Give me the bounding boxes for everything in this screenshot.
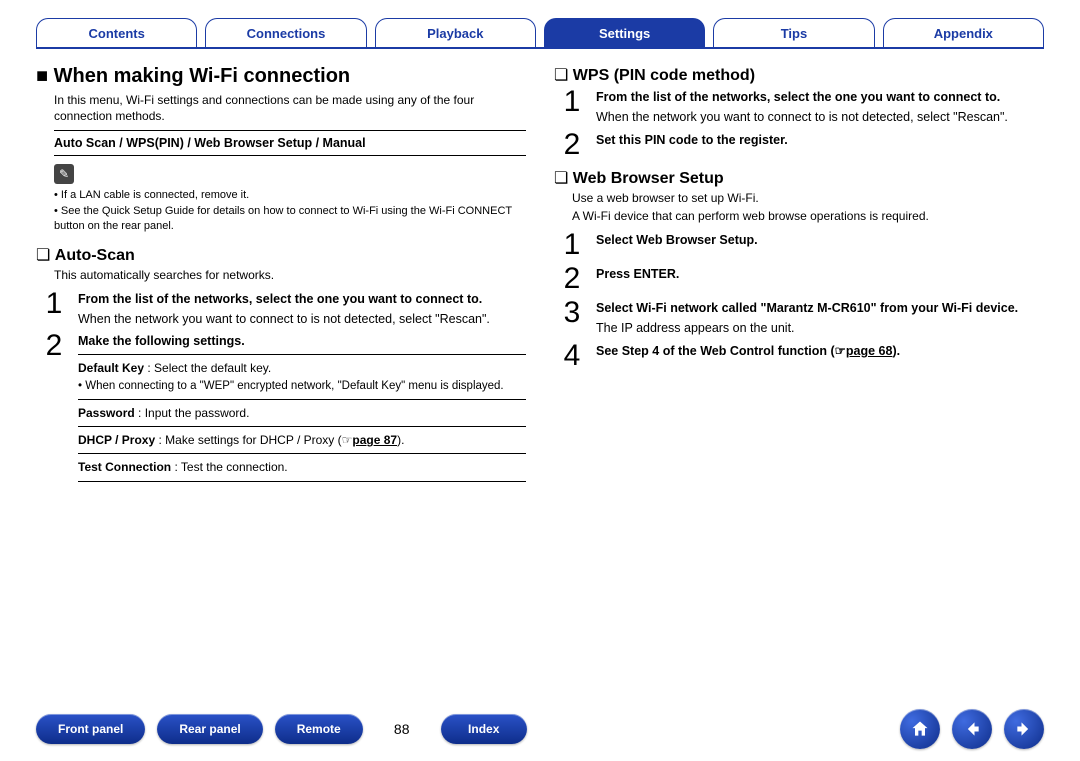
step-title: From the list of the networks, select th… <box>596 89 1044 106</box>
remote-button[interactable]: Remote <box>275 714 363 744</box>
page-number: 88 <box>389 721 415 737</box>
next-button[interactable] <box>1004 709 1044 749</box>
setting-item: Password : Input the password. <box>78 400 526 427</box>
home-icon <box>910 719 930 739</box>
methods-box: Auto Scan / WPS(PIN) / Web Browser Setup… <box>54 130 526 156</box>
pencil-icon: ✎ <box>54 164 74 184</box>
index-button[interactable]: Index <box>441 714 527 744</box>
tab-appendix[interactable]: Appendix <box>883 18 1044 47</box>
web-intro-1: Use a web browser to set up Wi-Fi. <box>572 190 1044 206</box>
tab-tips[interactable]: Tips <box>713 18 874 47</box>
step-number: 1 <box>560 87 584 126</box>
prev-button[interactable] <box>952 709 992 749</box>
web-intro-2: A Wi-Fi device that can perform web brow… <box>572 208 1044 224</box>
settings-list: Default Key : Select the default key. • … <box>78 354 526 481</box>
top-nav: Contents Connections Playback Settings T… <box>36 18 1044 49</box>
note-item: If a LAN cable is connected, remove it. <box>54 188 526 203</box>
step: 1 From the list of the networks, select … <box>560 87 1044 126</box>
step-number: 1 <box>42 289 66 328</box>
step-number: 2 <box>560 130 584 160</box>
step: 2 Press ENTER. <box>560 264 1044 294</box>
step-number: 2 <box>560 264 584 294</box>
tab-settings[interactable]: Settings <box>544 18 705 47</box>
front-panel-button[interactable]: Front panel <box>36 714 145 744</box>
setting-item: DHCP / Proxy : Make settings for DHCP / … <box>78 427 526 454</box>
step: 3 Select Wi-Fi network called "Marantz M… <box>560 298 1044 337</box>
tab-playback[interactable]: Playback <box>375 18 536 47</box>
step-title: From the list of the networks, select th… <box>78 291 526 308</box>
step-title: Select Wi-Fi network called "Marantz M-C… <box>596 300 1044 317</box>
step: 1 From the list of the networks, select … <box>42 289 526 328</box>
step-title: Press ENTER. <box>596 266 1044 283</box>
page-link[interactable]: page 87 <box>352 433 397 447</box>
main-heading: When making Wi-Fi connection <box>36 65 526 88</box>
step: 2 Make the following settings. Default K… <box>42 331 526 481</box>
step-title: Make the following settings. <box>78 333 526 350</box>
autoscan-heading: Auto-Scan <box>36 245 526 265</box>
wps-heading: WPS (PIN code method) <box>554 65 1044 85</box>
right-column: WPS (PIN code method) 1 From the list of… <box>554 59 1044 486</box>
main-intro: In this menu, Wi-Fi settings and connect… <box>54 92 526 124</box>
step: 1 Select Web Browser Setup. <box>560 230 1044 260</box>
note-item: See the Quick Setup Guide for details on… <box>54 204 526 235</box>
step-title: See Step 4 of the Web Control function (… <box>596 343 1044 360</box>
notes-list: If a LAN cable is connected, remove it. … <box>54 188 526 234</box>
step: 4 See Step 4 of the Web Control function… <box>560 341 1044 371</box>
tab-contents[interactable]: Contents <box>36 18 197 47</box>
setting-item: Default Key : Select the default key. • … <box>78 354 526 400</box>
step-body: The IP address appears on the unit. <box>596 321 795 335</box>
step-number: 4 <box>560 341 584 371</box>
step: 2 Set this PIN code to the register. <box>560 130 1044 160</box>
tab-connections[interactable]: Connections <box>205 18 366 47</box>
autoscan-intro: This automatically searches for networks… <box>54 267 526 283</box>
hand-icon: ☞ <box>342 432 353 448</box>
step-title: Set this PIN code to the register. <box>596 132 1044 149</box>
left-column: When making Wi-Fi connection In this men… <box>36 59 526 486</box>
step-number: 3 <box>560 298 584 337</box>
setting-item: Test Connection : Test the connection. <box>78 454 526 481</box>
step-body: When the network you want to connect to … <box>596 110 1008 124</box>
step-title: Select Web Browser Setup. <box>596 232 1044 249</box>
page-link[interactable]: page 68 <box>846 344 893 358</box>
step-body: When the network you want to connect to … <box>78 312 490 326</box>
step-number: 2 <box>42 331 66 481</box>
arrow-left-icon <box>962 719 982 739</box>
step-number: 1 <box>560 230 584 260</box>
hand-icon: ☞ <box>835 343 846 360</box>
bottom-bar: Front panel Rear panel Remote 88 Index <box>0 697 1080 761</box>
home-button[interactable] <box>900 709 940 749</box>
web-heading: Web Browser Setup <box>554 168 1044 188</box>
arrow-right-icon <box>1014 719 1034 739</box>
rear-panel-button[interactable]: Rear panel <box>157 714 262 744</box>
